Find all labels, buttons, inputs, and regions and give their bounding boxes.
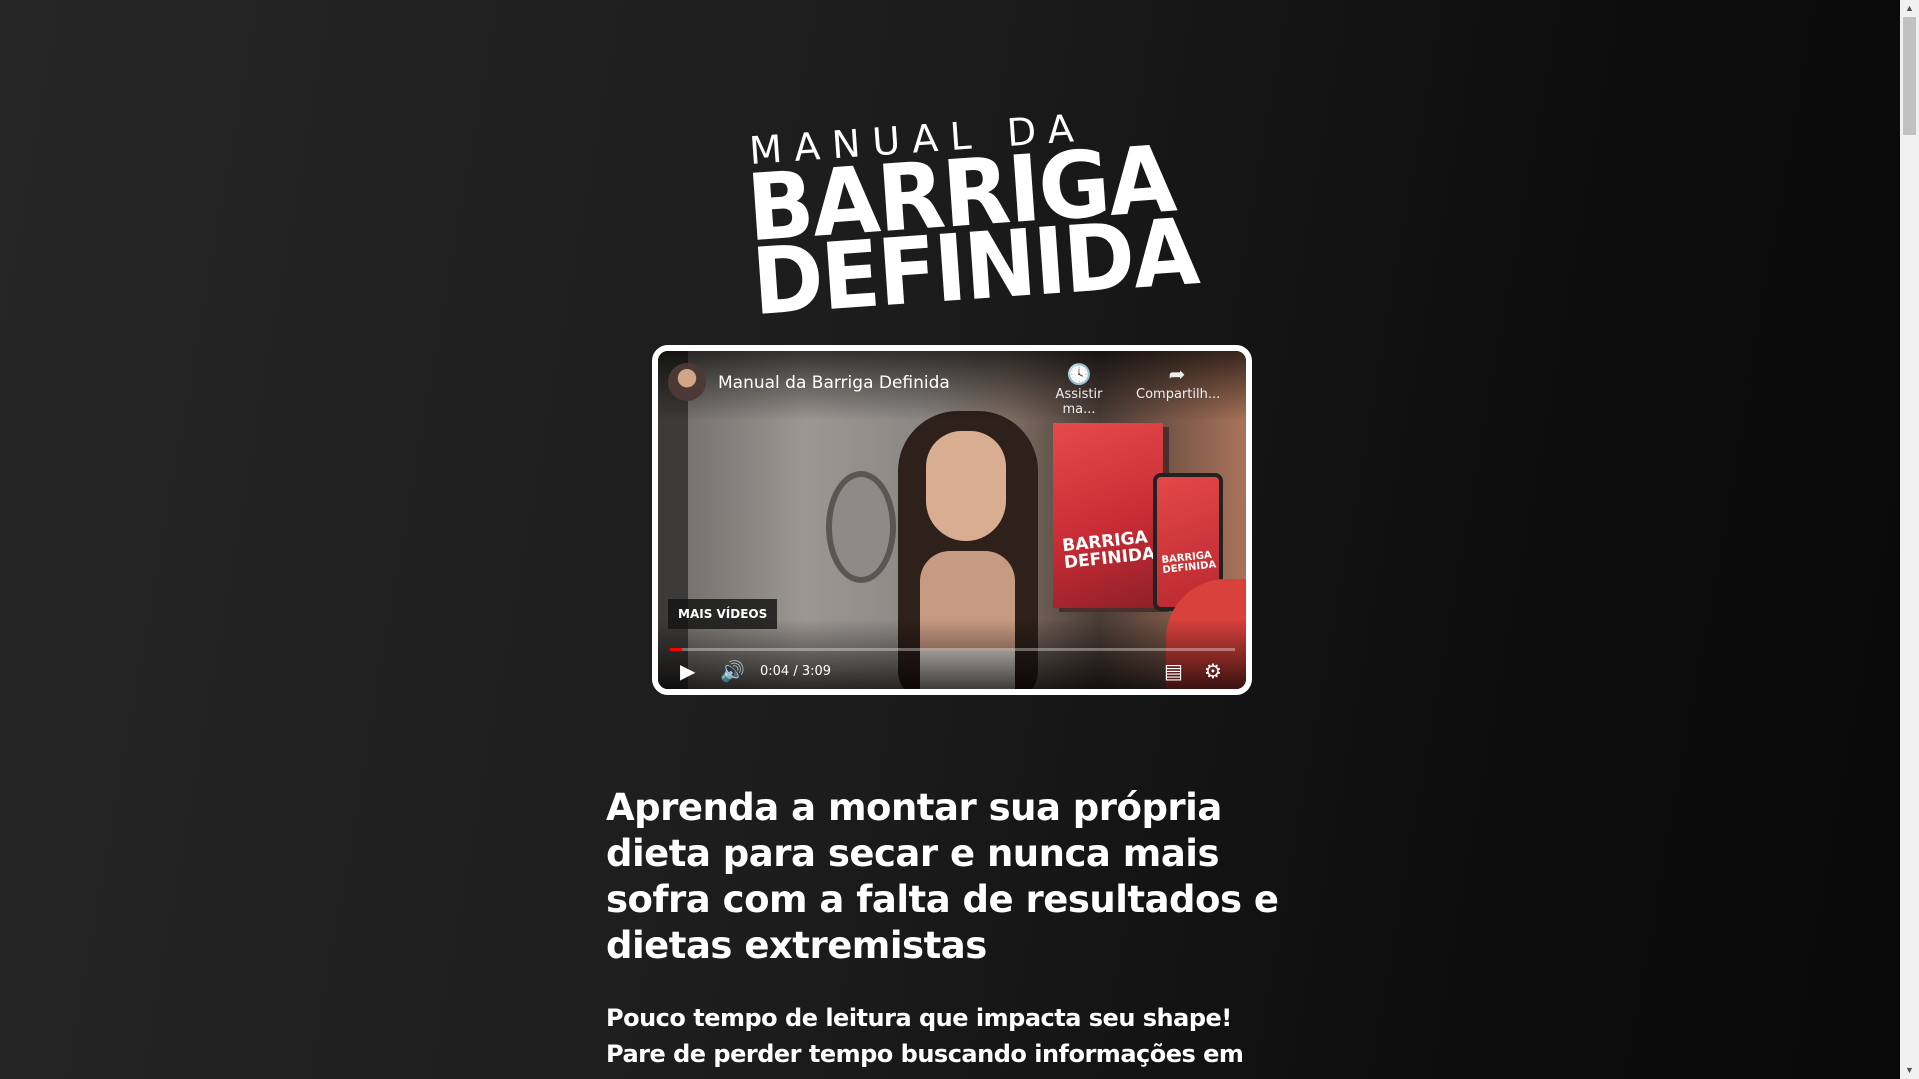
progress-fill bbox=[670, 648, 682, 651]
product-ebook-cover: BARRIGA DEFINIDA bbox=[1053, 423, 1163, 608]
channel-avatar[interactable] bbox=[668, 363, 706, 401]
share-icon: ➦ bbox=[1168, 362, 1186, 386]
scrollbar-thumb[interactable] bbox=[1903, 17, 1916, 135]
landing-page: MANUAL DA BARRIGA DEFINIDA BARRIGA DEFIN… bbox=[0, 0, 1900, 1079]
phone-title: BARRIGA DEFINIDA bbox=[1161, 549, 1217, 576]
page-scrollbar[interactable]: ▲ ▼ bbox=[1900, 0, 1919, 1079]
scene-mirror bbox=[826, 471, 896, 583]
scroll-up-arrow-icon[interactable]: ▲ bbox=[1900, 0, 1919, 17]
page-headline: Aprenda a montar sua própria dieta para … bbox=[606, 786, 1279, 967]
share-label: Compartilh... bbox=[1136, 387, 1221, 402]
play-icon[interactable]: ▶ bbox=[680, 660, 695, 684]
video-title[interactable]: Manual da Barriga Definida bbox=[718, 373, 950, 393]
clock-icon: 🕓 bbox=[1066, 362, 1092, 386]
page-subheadline: Pouco tempo de leitura que impacta seu s… bbox=[606, 1004, 1244, 1079]
watch-later-button[interactable]: 🕓 Assistir ma... bbox=[1038, 361, 1120, 417]
brand-logo: MANUAL DA BARRIGA DEFINIDA bbox=[742, 101, 1201, 336]
video-player[interactable]: BARRIGA DEFINIDA BARRIGA DEFINIDA Manual… bbox=[652, 345, 1252, 695]
time-display: 0:04 / 3:09 bbox=[760, 664, 832, 679]
more-videos-button[interactable]: MAIS VÍDEOS bbox=[668, 599, 778, 629]
scroll-down-arrow-icon[interactable]: ▼ bbox=[1900, 1062, 1919, 1079]
logo-line-3: DEFINIDA bbox=[748, 198, 1201, 337]
captions-icon[interactable]: ▤ bbox=[1164, 660, 1183, 684]
progress-bar[interactable] bbox=[670, 648, 1235, 651]
gear-icon[interactable]: ⚙ bbox=[1204, 660, 1222, 684]
watch-later-label: Assistir ma... bbox=[1055, 387, 1103, 417]
presenter-face bbox=[926, 431, 1006, 541]
ebook-title: BARRIGA DEFINIDA bbox=[1061, 527, 1157, 574]
volume-icon[interactable]: 🔊 bbox=[720, 660, 745, 684]
share-button[interactable]: ➦ Compartilh... bbox=[1136, 361, 1221, 402]
player-controls: ▶ 🔊 0:04 / 3:09 ▤ ⚙ bbox=[658, 656, 1246, 689]
